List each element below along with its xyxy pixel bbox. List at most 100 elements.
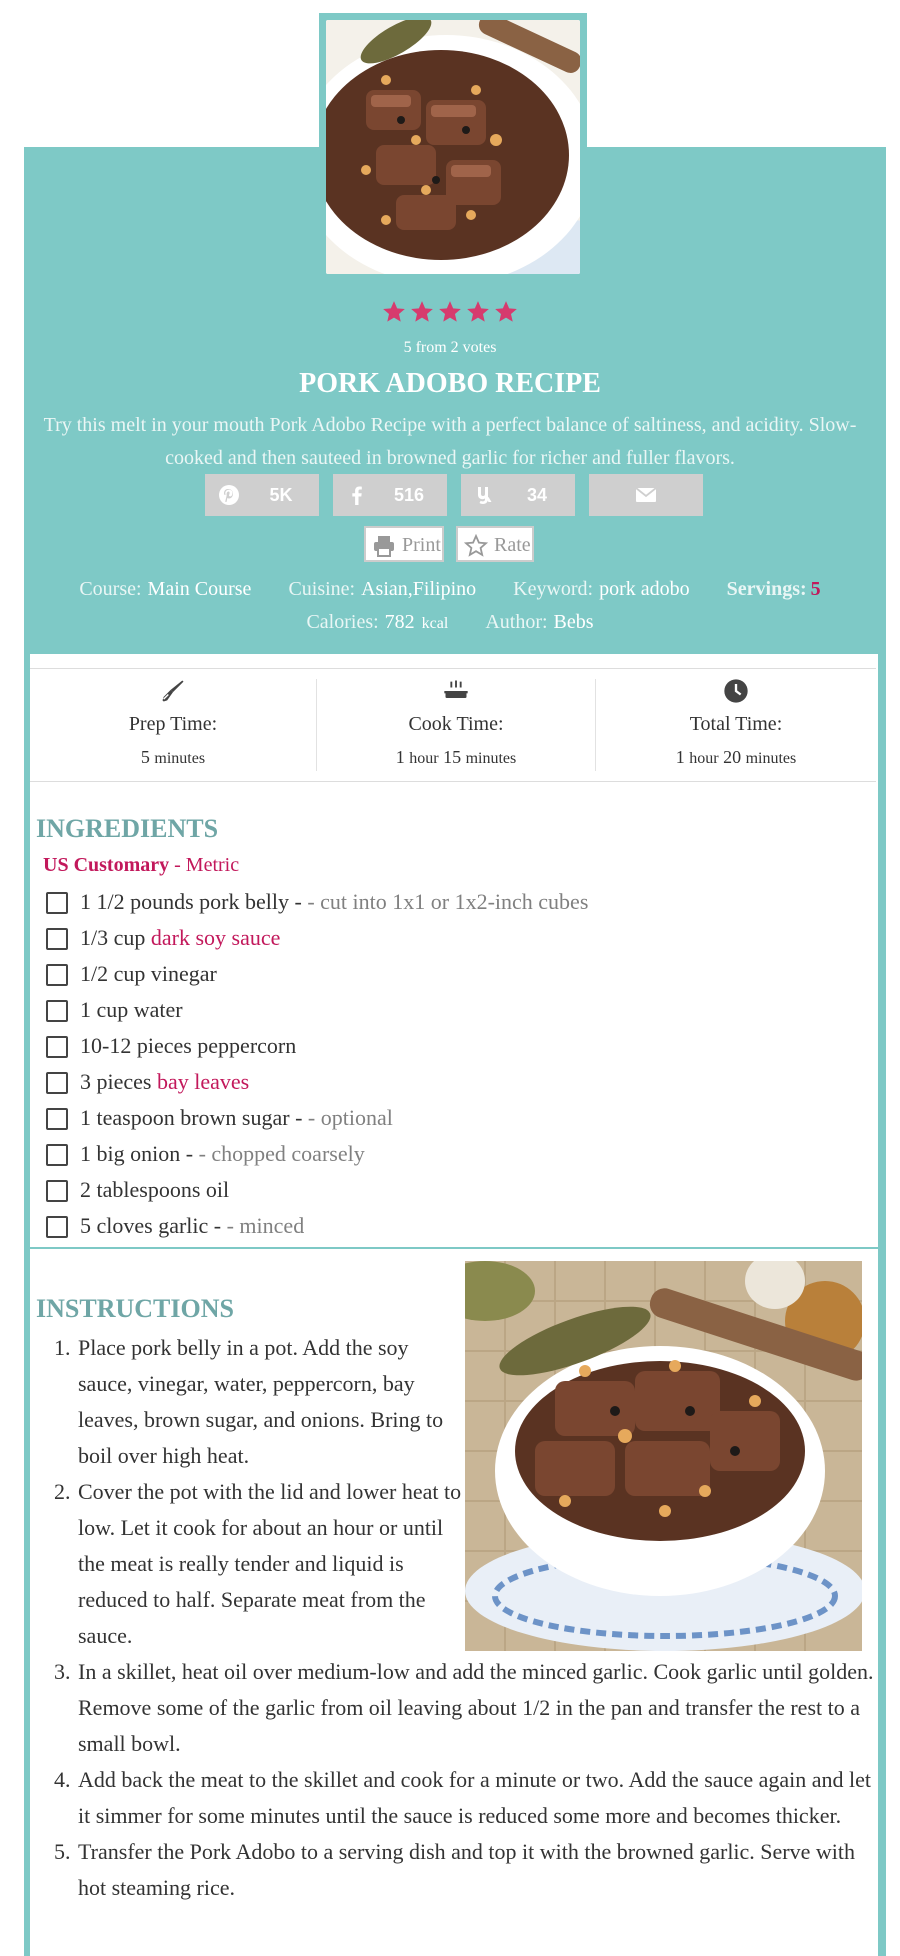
pinterest-count: 5K <box>269 485 293 505</box>
recipe-title: PORK ADOBO RECIPE <box>299 368 601 399</box>
ingredient-item: 1/2 cup vinegar <box>46 956 846 992</box>
step-text: In a skillet, heat oil over medium-low a… <box>78 1659 874 1756</box>
ingredient-checkbox[interactable] <box>46 1180 68 1202</box>
ingredient-text: 1 cup water <box>80 997 183 1022</box>
ingredient-text: 10-12 pieces peppercorn <box>80 1033 297 1058</box>
instructions-heading: INSTRUCTIONS <box>36 1294 234 1323</box>
email-share-button[interactable] <box>589 474 703 516</box>
rating-stars[interactable] <box>0 299 900 330</box>
section-divider <box>24 1247 886 1249</box>
ingredient-text: 1/3 cup <box>80 925 151 950</box>
cook-hours-unit: hour <box>409 750 439 767</box>
author-label: Author: <box>485 611 548 633</box>
ingredient-text: 1/2 cup vinegar <box>80 961 217 986</box>
rating-votes: 5 from 2 votes <box>403 339 497 356</box>
star-icon[interactable] <box>409 299 435 325</box>
unit-switcher: US Customary - Metric <box>43 854 239 877</box>
course-value[interactable]: Main Course <box>148 578 252 600</box>
star-icon[interactable] <box>493 299 519 325</box>
prep-minutes: 5 <box>140 747 150 767</box>
star-icon[interactable] <box>381 299 407 325</box>
instruction-step: 2. Cover the pot with the lid and lower h… <box>46 1474 468 1654</box>
ingredient-checkbox[interactable] <box>46 964 68 986</box>
share-buttons: 5K 516 34 <box>205 474 705 516</box>
ingredient-note: - cut into 1x1 or 1x2-inch cubes <box>307 889 589 914</box>
cuisine-label: Cuisine: <box>288 578 356 600</box>
cook-minutes: 15 <box>443 747 462 767</box>
rate-button[interactable]: Rate <box>456 526 534 562</box>
ingredient-item: 5 cloves garlic - - minced <box>46 1208 846 1244</box>
keyword-value: pork adobo <box>599 578 690 600</box>
instruction-step: 4. Add back the meat to the skillet and c… <box>46 1762 878 1834</box>
print-button[interactable]: Print <box>364 526 444 562</box>
total-hours-unit: hour <box>689 750 719 767</box>
star-outline-icon <box>464 534 488 557</box>
knife-icon <box>162 680 184 702</box>
ingredient-checkbox[interactable] <box>46 1036 68 1058</box>
ingredient-checkbox[interactable] <box>46 1000 68 1022</box>
ingredient-text: 2 tablespoons oil <box>80 1177 230 1202</box>
facebook-share-button[interactable]: 516 <box>333 474 447 516</box>
recipe-meta-row-2: Calories: 782 kcal Author: Bebs <box>0 611 900 634</box>
cook-time-label: Cook Time: <box>408 713 504 735</box>
ingredient-item: 10-12 pieces peppercorn <box>46 1028 846 1064</box>
units-us-customary[interactable]: US Customary <box>43 854 169 876</box>
step-number: 1. <box>54 1335 71 1360</box>
step-number: 3. <box>54 1659 71 1684</box>
step-number: 2. <box>54 1479 71 1504</box>
ingredient-checkbox[interactable] <box>46 1216 68 1238</box>
ingredient-text: 5 cloves garlic - <box>80 1213 227 1238</box>
prep-time-label: Prep Time: <box>128 713 218 735</box>
ingredients-list: 1 1/2 pounds pork belly - - cut into 1x1… <box>46 884 846 1244</box>
step-number: 4. <box>54 1767 71 1792</box>
instruction-step: 5. Transfer the Pork Adobo to a serving d… <box>46 1834 878 1906</box>
servings-value[interactable]: 5 <box>811 578 821 600</box>
recipe-summary: Try this melt in your mouth Pork Adobo R… <box>43 414 857 469</box>
clock-icon <box>724 679 748 703</box>
ingredient-checkbox[interactable] <box>46 892 68 914</box>
ingredients-heading: INGREDIENTS <box>36 814 219 843</box>
step-text: Cover the pot with the lid and lower hea… <box>78 1479 462 1648</box>
recipe-photo <box>326 20 580 274</box>
yummly-share-button[interactable]: 34 <box>461 474 575 516</box>
prep-minutes-unit: minutes <box>154 750 206 767</box>
ingredient-checkbox[interactable] <box>46 928 68 950</box>
calories-unit: kcal <box>421 615 449 632</box>
ingredient-note: - optional <box>307 1105 393 1130</box>
pinterest-share-button[interactable]: 5K <box>205 474 319 516</box>
ingredient-item: 3 pieces bay leaves <box>46 1064 846 1100</box>
step-text: Transfer the Pork Adobo to a serving dis… <box>78 1839 856 1900</box>
star-icon[interactable] <box>437 299 463 325</box>
ingredient-checkbox[interactable] <box>46 1144 68 1166</box>
total-minutes-unit: minutes <box>745 750 797 767</box>
ingredient-text: 1 1/2 pounds pork belly - <box>80 889 308 914</box>
units-metric[interactable]: Metric <box>186 854 239 876</box>
step-text: Place pork belly in a pot. Add the soy s… <box>78 1335 444 1468</box>
ingredient-checkbox[interactable] <box>46 1072 68 1094</box>
ingredient-note: - minced <box>226 1213 305 1238</box>
cook-minutes-unit: minutes <box>465 750 517 767</box>
servings-label: Servings: <box>726 578 807 600</box>
cook-time-value: 1 hour 15 minutes <box>317 747 595 768</box>
calories-label: Calories: <box>306 611 379 633</box>
ingredient-checkbox[interactable] <box>46 1108 68 1130</box>
ingredient-item: 1 teaspoon brown sugar - - optional <box>46 1100 846 1136</box>
ingredient-link[interactable]: dark soy sauce <box>151 925 281 950</box>
cuisine-value[interactable]: Asian,Filipino <box>361 578 476 600</box>
recipe-times: Prep Time: 5 minutes Cook Time: 1 hour 1… <box>30 668 876 782</box>
instruction-step: 1. Place pork belly in a pot. Add the soy… <box>46 1330 468 1474</box>
ingredient-text: 3 pieces <box>80 1069 157 1094</box>
star-icon[interactable] <box>465 299 491 325</box>
email-icon <box>635 487 657 502</box>
cook-time: Cook Time: 1 hour 15 minutes <box>317 669 595 781</box>
course-label: Course: <box>79 578 142 600</box>
ingredient-item: 1/3 cup dark soy sauce <box>46 920 846 956</box>
step-number: 5. <box>54 1839 71 1864</box>
prep-time-value: 5 minutes <box>30 747 316 768</box>
calories-value: 782 <box>384 611 415 633</box>
ingredient-text: 1 teaspoon brown sugar - <box>80 1105 308 1130</box>
total-time: Total Time: 1 hour 20 minutes <box>596 669 876 781</box>
total-time-value: 1 hour 20 minutes <box>596 747 876 768</box>
facebook-icon <box>352 486 362 505</box>
ingredient-link[interactable]: bay leaves <box>157 1069 249 1094</box>
